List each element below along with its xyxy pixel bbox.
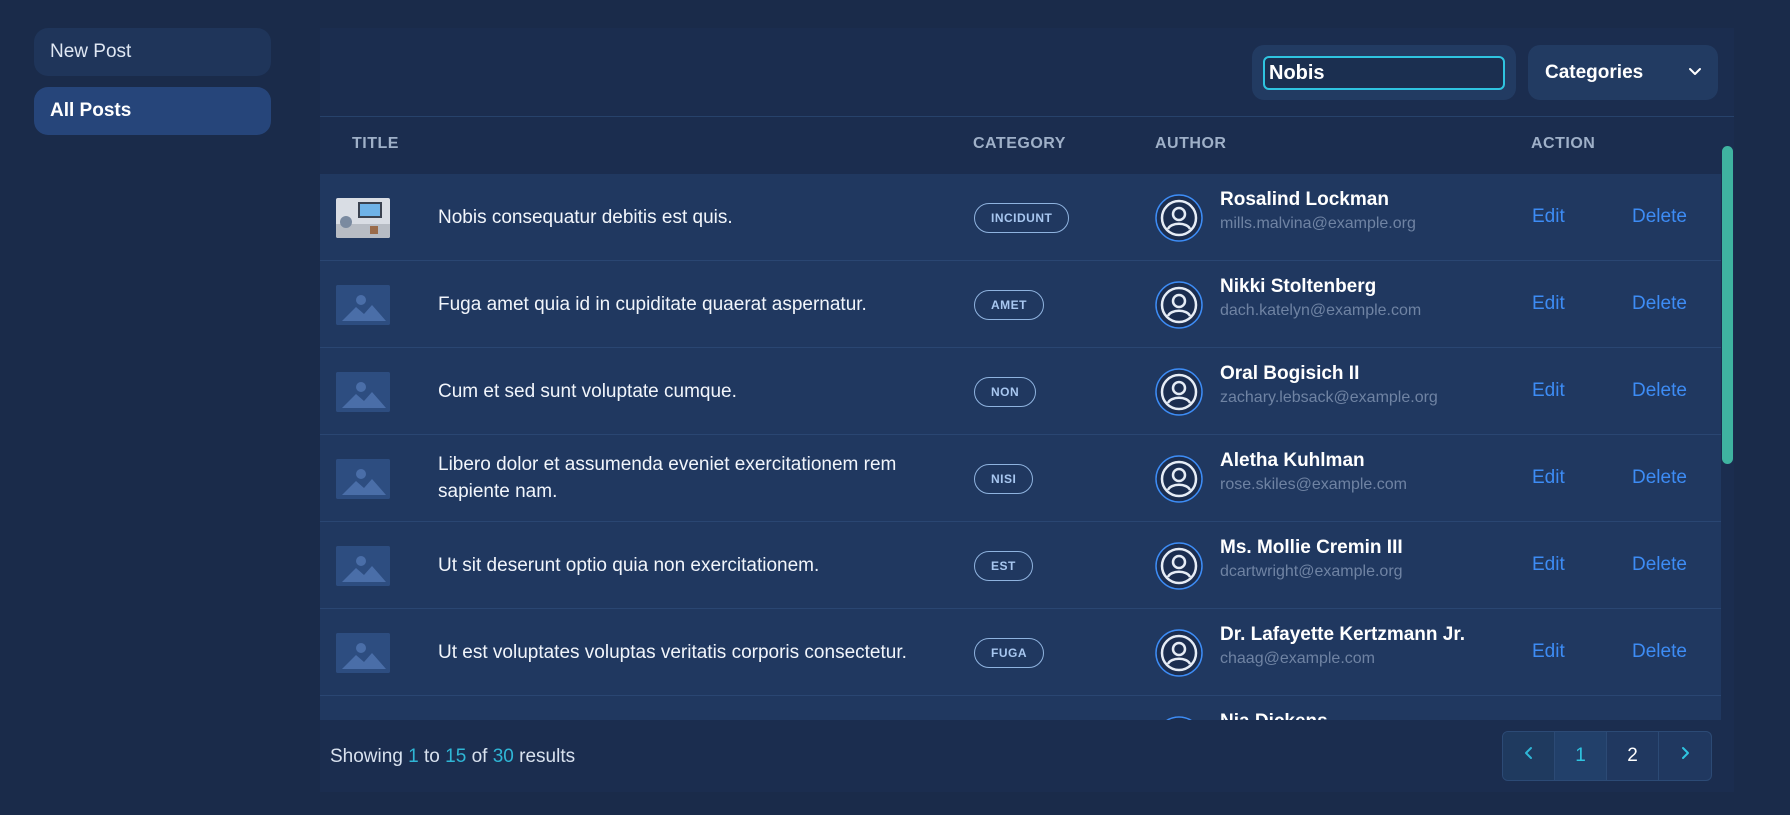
- summary-from: 1: [408, 746, 419, 767]
- scrollbar-thumb[interactable]: [1722, 146, 1733, 464]
- table-body: Nobis consequatur debitis est quis. INCID…: [320, 174, 1721, 720]
- category-badge: NISI: [974, 464, 1034, 494]
- toolbar: Categories: [320, 28, 1734, 117]
- sidebar-item-new-post[interactable]: New Post: [34, 28, 271, 76]
- post-thumbnail: [336, 546, 390, 586]
- sidebar-item-label: New Post: [50, 41, 132, 62]
- summary-to: 15: [445, 746, 467, 767]
- user-circle-icon: [1155, 542, 1203, 590]
- sidebar-item-all-posts[interactable]: All Posts: [34, 87, 271, 135]
- header-action: ACTION: [1531, 135, 1596, 152]
- author-email: dach.katelyn@example.com: [1220, 302, 1422, 319]
- table-row: Cum et sed sunt voluptate cumque. NON Oral…: [320, 348, 1721, 435]
- post-thumbnail: [336, 285, 390, 325]
- post-title: Libero dolor et assumenda eveniet exerci…: [438, 454, 897, 502]
- page-button-2[interactable]: 2: [1607, 732, 1659, 780]
- summary-total: 30: [492, 746, 514, 767]
- next-page-button[interactable]: [1659, 732, 1711, 780]
- user-circle-icon: [1155, 455, 1203, 503]
- categories-dropdown[interactable]: Categories: [1528, 45, 1718, 100]
- scrollbar[interactable]: [1721, 118, 1734, 720]
- table-header: TITLE CATEGORY AUTHOR ACTION: [320, 118, 1721, 173]
- post-title: [438, 696, 908, 720]
- category-badge: EST: [974, 551, 1033, 581]
- author-email: chaag@example.com: [1220, 650, 1375, 667]
- delete-link[interactable]: Delete: [1632, 435, 1687, 521]
- post-thumbnail: [336, 633, 390, 673]
- table-footer: Showing 1 to 15 of 30 results 1 2: [320, 720, 1734, 792]
- table-row: Nobis consequatur debitis est quis. INCID…: [320, 174, 1721, 261]
- edit-link[interactable]: Edit: [1532, 609, 1565, 695]
- category-badge: NON: [974, 377, 1037, 407]
- sidebar-item-label: All Posts: [50, 100, 132, 121]
- user-circle-icon: [1155, 629, 1203, 677]
- post-thumbnail: [336, 459, 390, 499]
- search-wrapper: [1252, 45, 1516, 100]
- author-name: Ms. Mollie Cremin III: [1220, 537, 1403, 558]
- edit-link[interactable]: Edit: [1532, 261, 1565, 347]
- sidebar: New Post All Posts: [34, 28, 271, 146]
- table-row: Nia Dickens: [320, 696, 1721, 720]
- page-button-1[interactable]: 1: [1555, 732, 1607, 780]
- author-name: Nikki Stoltenberg: [1220, 276, 1377, 297]
- post-title: Cum et sed sunt voluptate cumque.: [438, 380, 737, 402]
- posts-panel: Categories TITLE CATEGORY AUTHOR ACTION …: [320, 28, 1734, 792]
- author-name: Oral Bogisich II: [1220, 363, 1360, 384]
- summary-to-word: to: [424, 746, 440, 767]
- category-badge: INCIDUNT: [974, 203, 1070, 233]
- author-email: mills.malvina@example.org: [1220, 215, 1416, 232]
- category-badge: AMET: [974, 290, 1044, 320]
- author-name: Nia Dickens: [1220, 711, 1328, 720]
- pagination: 1 2: [1502, 731, 1712, 781]
- edit-link[interactable]: Edit: [1532, 435, 1565, 521]
- results-summary: Showing 1 to 15 of 30 results: [330, 746, 575, 768]
- categories-label: Categories: [1545, 61, 1644, 83]
- summary-of-word: of: [471, 746, 488, 767]
- category-badge: FUGA: [974, 638, 1044, 668]
- post-thumbnail: [336, 198, 390, 238]
- edit-link[interactable]: Edit: [1532, 174, 1565, 260]
- delete-link[interactable]: Delete: [1632, 174, 1687, 260]
- delete-link[interactable]: Delete: [1632, 609, 1687, 695]
- user-circle-icon: [1155, 281, 1203, 329]
- author-email: zachary.lebsack@example.org: [1220, 389, 1438, 406]
- author-email: dcartwright@example.org: [1220, 563, 1403, 580]
- header-author: AUTHOR: [1155, 135, 1227, 152]
- user-circle-icon: [1155, 368, 1203, 416]
- header-title: TITLE: [352, 135, 399, 152]
- chevron-down-icon: [1688, 62, 1702, 84]
- chevron-right-icon: [1677, 745, 1693, 767]
- table-row: Libero dolor et assumenda eveniet exerci…: [320, 435, 1721, 522]
- post-title: Nobis consequatur debitis est quis.: [438, 206, 733, 228]
- summary-results: results: [519, 746, 576, 767]
- header-category: CATEGORY: [973, 135, 1066, 152]
- posts-table: TITLE CATEGORY AUTHOR ACTION Nobis conse…: [320, 118, 1721, 720]
- delete-link[interactable]: Delete: [1632, 261, 1687, 347]
- summary-showing: Showing: [330, 746, 403, 767]
- chevron-left-icon: [1521, 745, 1537, 767]
- user-circle-icon: [1155, 194, 1203, 242]
- table-row: Ut est voluptates voluptas veritatis cor…: [320, 609, 1721, 696]
- author-name: Rosalind Lockman: [1220, 189, 1389, 210]
- author-email: rose.skiles@example.com: [1220, 476, 1407, 493]
- prev-page-button[interactable]: [1503, 732, 1555, 780]
- post-title: Ut est voluptates voluptas veritatis cor…: [438, 641, 907, 663]
- post-title: Ut sit deserunt optio quia non exercitat…: [438, 554, 820, 576]
- delete-link[interactable]: Delete: [1632, 348, 1687, 434]
- table-row: Fuga amet quia id in cupiditate quaerat …: [320, 261, 1721, 348]
- author-name: Aletha Kuhlman: [1220, 450, 1365, 471]
- table-row: Ut sit deserunt optio quia non exercitat…: [320, 522, 1721, 609]
- post-title: Fuga amet quia id in cupiditate quaerat …: [438, 293, 867, 315]
- search-input[interactable]: [1263, 56, 1505, 90]
- edit-link[interactable]: Edit: [1532, 348, 1565, 434]
- post-thumbnail: [336, 372, 390, 412]
- delete-link[interactable]: Delete: [1632, 522, 1687, 608]
- edit-link[interactable]: Edit: [1532, 522, 1565, 608]
- author-name: Dr. Lafayette Kertzmann Jr.: [1220, 624, 1465, 645]
